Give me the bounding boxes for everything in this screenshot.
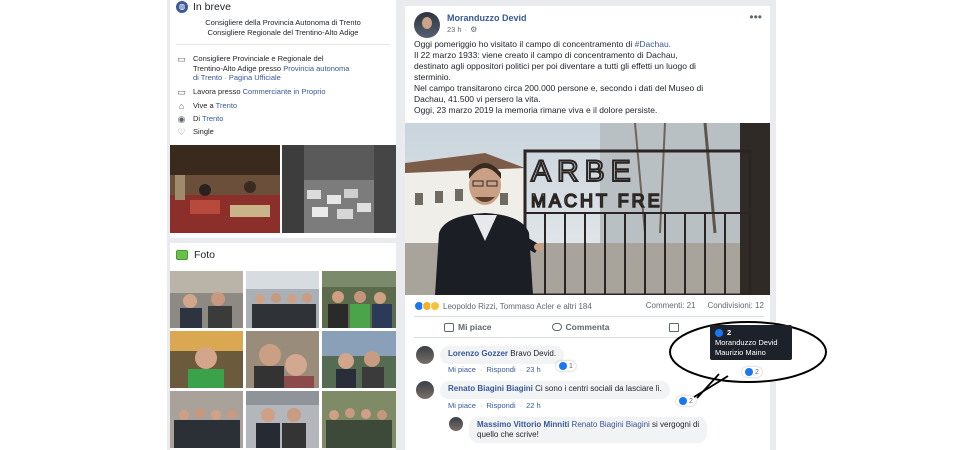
reaction-count: 2 [755, 368, 759, 376]
tooltip-name: Maurizio Maino [715, 348, 766, 357]
annotation-overlay [669, 321, 827, 399]
page: ◍ In breve Consigliere della Provincia A… [0, 0, 980, 450]
like-reaction-icon [715, 329, 723, 337]
tooltip-count: 2 [727, 328, 732, 337]
comment-reaction-count[interactable]: 2 [742, 367, 762, 377]
like-reaction-icon [745, 368, 753, 376]
tooltip-name: Moranduzzo Devid [715, 338, 778, 347]
tooltip-header: 2 [715, 328, 787, 338]
reactions-tooltip: 2 Moranduzzo Devid Maurizio Maino [710, 325, 792, 360]
